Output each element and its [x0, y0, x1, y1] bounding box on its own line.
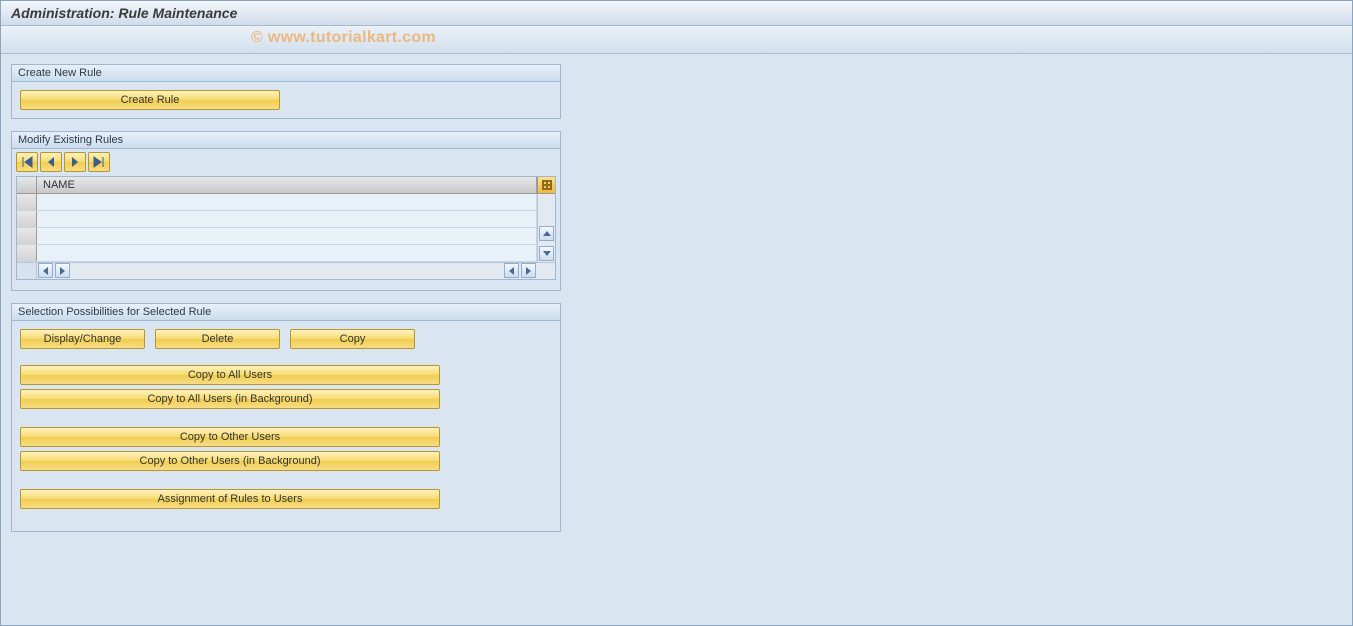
alv-body	[17, 194, 555, 262]
scroll-right-icon[interactable]	[521, 263, 536, 278]
delete-button[interactable]: Delete	[155, 329, 280, 349]
alv-header-row: NAME	[17, 177, 555, 194]
last-page-icon[interactable]	[88, 152, 110, 172]
scroll-right-icon[interactable]	[55, 263, 70, 278]
spacer	[12, 284, 560, 290]
panel-title: Create New Rule	[12, 65, 560, 82]
vertical-scrollbar[interactable]	[537, 194, 555, 262]
copy-to-all-users-button[interactable]: Copy to All Users	[20, 365, 440, 385]
panel-title: Selection Possibilities for Selected Rul…	[12, 304, 560, 321]
table-row[interactable]	[17, 228, 537, 245]
alv-nav-toolbar	[12, 149, 560, 176]
spacer	[20, 513, 552, 523]
alv-config-icon[interactable]	[537, 177, 555, 193]
hscroll-track[interactable]	[71, 263, 503, 279]
panel-selection-possibilities: Selection Possibilities for Selected Rul…	[11, 303, 561, 532]
page-title: Administration: Rule Maintenance	[1, 1, 1352, 26]
create-rule-button[interactable]: Create Rule	[20, 90, 280, 110]
hscroll-right-group	[503, 263, 555, 279]
scroll-down-icon[interactable]	[539, 246, 554, 261]
scroll-left-icon[interactable]	[38, 263, 53, 278]
panel-modify-existing-rules: Modify Existing Rules NAME	[11, 131, 561, 291]
app-window: Administration: Rule Maintenance © www.t…	[0, 0, 1353, 626]
spacer	[20, 351, 552, 365]
table-row[interactable]	[17, 211, 537, 228]
panel-create-new-rule: Create New Rule Create Rule	[11, 64, 561, 119]
copy-to-other-users-bg-button[interactable]: Copy to Other Users (in Background)	[20, 451, 440, 471]
first-page-icon[interactable]	[16, 152, 38, 172]
alv-corner[interactable]	[17, 177, 37, 193]
copy-to-all-users-bg-button[interactable]: Copy to All Users (in Background)	[20, 389, 440, 409]
column-header-name[interactable]: NAME	[37, 177, 537, 193]
next-page-icon[interactable]	[64, 152, 86, 172]
hscroll-spacer	[17, 263, 37, 279]
alv-grid: NAME	[16, 176, 556, 280]
panel-title: Modify Existing Rules	[12, 132, 560, 149]
table-row[interactable]	[17, 194, 537, 211]
copy-button[interactable]: Copy	[290, 329, 415, 349]
display-change-button[interactable]: Display/Change	[20, 329, 145, 349]
horizontal-scrollbar[interactable]	[17, 262, 555, 279]
assignment-rules-users-button[interactable]: Assignment of Rules to Users	[20, 489, 440, 509]
alv-rows	[17, 194, 537, 262]
spacer	[20, 475, 552, 489]
panel-body: Create Rule	[12, 82, 560, 118]
watermark-text: © www.tutorialkart.com	[251, 29, 436, 47]
app-toolbar: © www.tutorialkart.com	[1, 26, 1352, 54]
panel-body: Display/Change Delete Copy Copy to All U…	[12, 321, 560, 531]
scroll-up-icon[interactable]	[539, 226, 554, 241]
button-row: Display/Change Delete Copy	[20, 329, 552, 349]
scroll-left-icon[interactable]	[504, 263, 519, 278]
table-row[interactable]	[17, 245, 537, 262]
content-area: Create New Rule Create Rule Modify Exist…	[1, 54, 1352, 554]
previous-page-icon[interactable]	[40, 152, 62, 172]
copy-to-other-users-button[interactable]: Copy to Other Users	[20, 427, 440, 447]
spacer	[20, 413, 552, 427]
